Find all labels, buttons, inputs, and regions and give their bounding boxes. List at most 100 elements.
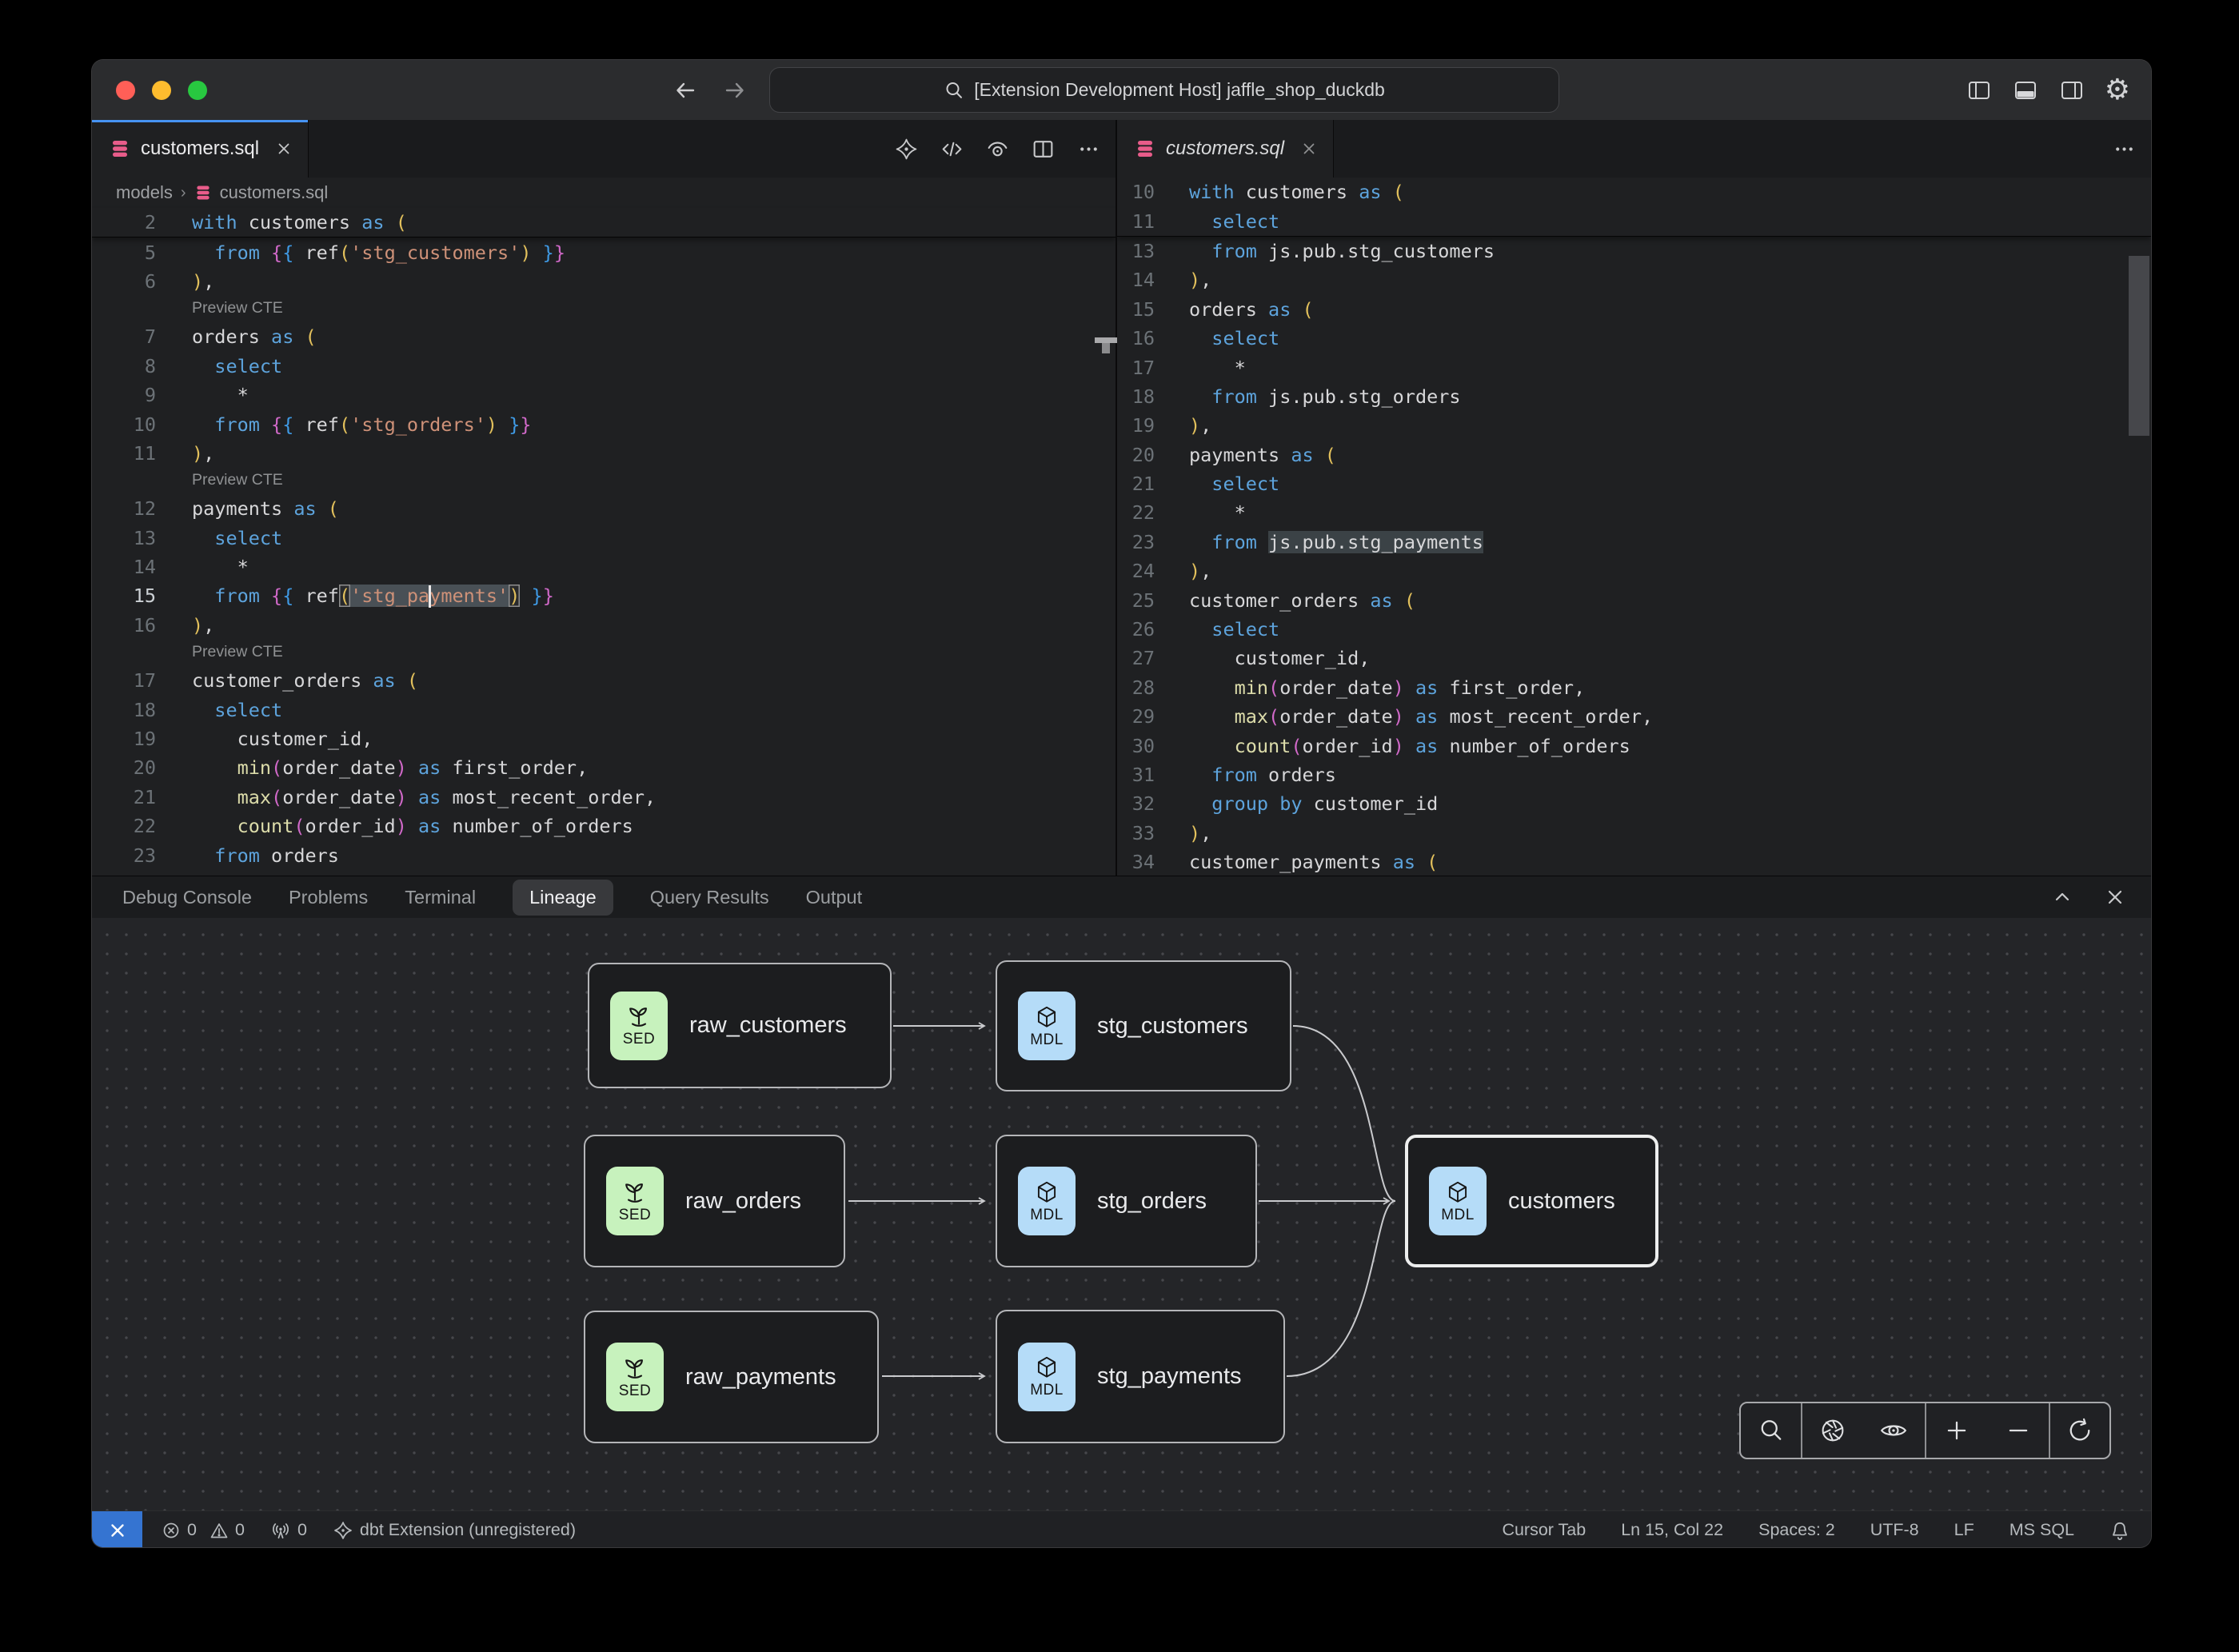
indentation-status[interactable]: Spaces: 2 [1758,1520,1835,1540]
scrollbar-marker[interactable] [1095,337,1117,353]
remote-indicator[interactable] [92,1511,142,1547]
code-line[interactable]: 25customer_orders as ( [1117,585,2151,614]
code-line[interactable]: 17customer_orders as ( [92,666,1116,695]
code-line[interactable]: 5 from {{ ref('stg_customers') }} [92,237,1116,266]
code-line[interactable]: 21 max(order_date) as most_recent_order, [92,783,1116,812]
chevron-up-icon[interactable] [2050,885,2074,909]
tab-query-results[interactable]: Query Results [650,887,769,908]
code-line[interactable]: 16 select [1117,324,2151,353]
codelens-preview-cte[interactable]: Preview CTE [92,640,1116,666]
cursor-tab-status[interactable]: Cursor Tab [1502,1520,1586,1540]
code-line[interactable]: 10 from {{ ref('stg_orders') }} [92,409,1116,438]
code-line[interactable]: 34customer_payments as ( [1117,848,2151,876]
code-line[interactable]: 30 count(order_id) as number_of_orders [1117,731,2151,760]
close-tab-icon[interactable] [1301,141,1317,157]
toggle-panel-icon[interactable] [2012,77,2039,104]
codelens-preview-cte[interactable]: Preview CTE [92,296,1116,322]
code-line[interactable]: 6), [92,267,1116,296]
tab-debug-console[interactable]: Debug Console [122,887,252,908]
code-line[interactable]: 19 customer_id, [92,724,1116,753]
toggle-secondary-sidebar-icon[interactable] [2058,77,2085,104]
code-line[interactable]: 9 * [92,381,1116,409]
code-line[interactable]: 18 select [92,695,1116,724]
tab-customers-sql-left[interactable]: customers.sql [92,120,309,178]
dbt-extension-status[interactable]: dbt Extension (unregistered) [333,1520,576,1541]
notifications-bell-icon[interactable] [2109,1520,2130,1541]
close-tab-icon[interactable] [276,141,292,157]
code-line[interactable]: 12payments as ( [92,494,1116,523]
code-line[interactable]: 27 customer_id, [1117,644,2151,672]
compile-code-icon[interactable] [940,137,964,162]
tab-lineage[interactable]: Lineage [513,880,613,916]
compiled-editor-pane[interactable]: 10with customers as (11 select 13 from j… [1117,178,2151,876]
back-icon[interactable] [672,77,699,104]
code-line[interactable]: 17 * [1117,353,2151,381]
lineage-search-button[interactable] [1757,1416,1786,1445]
scrollbar-thumb[interactable] [2129,256,2149,436]
code-line[interactable]: 13 select [92,524,1116,553]
encoding-status[interactable]: UTF-8 [1870,1520,1919,1540]
code-line[interactable]: 14 * [92,553,1116,581]
code-line[interactable]: 18 from js.pub.stg_orders [1117,382,2151,411]
problems-status[interactable]: 0 0 [162,1520,245,1540]
maximize-window-button[interactable] [188,81,207,100]
close-window-button[interactable] [116,81,135,100]
breadcrumb-file[interactable]: customers.sql [220,182,329,203]
breadcrumb[interactable]: models › customers.sql [92,178,1116,208]
zoom-in-button[interactable] [1942,1416,1971,1445]
cursor-position-status[interactable]: Ln 15, Col 22 [1621,1520,1723,1540]
code-line[interactable]: 15orders as ( [1117,295,2151,324]
preview-eye-icon[interactable] [985,137,1010,162]
source-editor-pane[interactable]: models › customers.sql 2with customers a… [92,178,1116,876]
code-line[interactable]: 31 from orders [1117,760,2151,789]
refresh-button[interactable] [2065,1416,2094,1445]
code-line[interactable]: 29 max(order_date) as most_recent_order, [1117,702,2151,731]
lineage-eye-button[interactable] [1878,1415,1909,1446]
ports-status[interactable]: 0 [270,1520,307,1541]
lineage-node-raw_payments[interactable]: SEDraw_payments [584,1311,879,1443]
code-line[interactable]: 23 from js.pub.stg_payments [1117,528,2151,557]
settings-gear-icon[interactable]: ⚙ [2105,76,2130,105]
code-line[interactable]: 7orders as ( [92,322,1116,351]
tab-customers-sql-right[interactable]: customers.sql [1117,120,1334,178]
eol-status[interactable]: LF [1954,1520,1974,1540]
codelens-preview-cte[interactable]: Preview CTE [92,468,1116,494]
code-line[interactable]: 20payments as ( [1117,441,2151,469]
close-panel-icon[interactable] [2103,885,2127,909]
minimize-window-button[interactable] [152,81,171,100]
code-line[interactable]: 33), [1117,819,2151,848]
code-line[interactable]: 24), [1117,557,2151,585]
lineage-node-raw_orders[interactable]: SEDraw_orders [584,1135,845,1267]
lineage-node-stg_customers[interactable]: MDLstg_customers [996,960,1291,1091]
tab-output[interactable]: Output [806,887,863,908]
toggle-sidebar-icon[interactable] [1966,77,1993,104]
code-line[interactable]: 8 select [92,352,1116,381]
tab-problems[interactable]: Problems [289,887,368,908]
code-line[interactable]: 15 from {{ ref('stg_payments') }} [92,581,1116,610]
code-line[interactable]: 13 from js.pub.stg_customers [1117,237,2151,265]
code-line[interactable]: 23 from orders [92,840,1116,869]
more-actions-icon[interactable] [2112,137,2137,162]
split-editor-icon[interactable] [1031,137,1056,162]
code-line[interactable]: 10with customers as ( [1117,178,2151,206]
lineage-node-stg_orders[interactable]: MDLstg_orders [996,1135,1257,1267]
tab-terminal[interactable]: Terminal [405,887,476,908]
code-line[interactable]: 22 * [1117,498,2151,527]
command-center-search[interactable]: [Extension Development Host] jaffle_shop… [769,67,1559,113]
lineage-node-stg_payments[interactable]: MDLstg_payments [996,1310,1285,1443]
more-actions-icon[interactable] [1076,137,1101,162]
code-line[interactable]: 11 select [1117,206,2151,235]
code-line[interactable]: 22 count(order_id) as number_of_orders [92,812,1116,840]
code-line[interactable]: 20 min(order_date) as first_order, [92,753,1116,782]
forward-icon[interactable] [721,77,748,104]
code-line[interactable]: 26 select [1117,615,2151,644]
lineage-canvas[interactable]: SEDraw_customers MDLstg_customers SEDraw_o… [92,918,2151,1510]
code-line[interactable]: 16), [92,611,1116,640]
lineage-node-customers[interactable]: MDLcustomers [1405,1135,1658,1267]
lineage-node-raw_customers[interactable]: SEDraw_customers [588,963,892,1088]
code-line[interactable]: 14), [1117,265,2151,294]
code-line[interactable]: 32 group by customer_id [1117,789,2151,818]
breadcrumb-folder[interactable]: models [116,182,173,203]
code-line[interactable]: 28 min(order_date) as first_order, [1117,673,2151,702]
dbt-extension-icon[interactable] [894,137,919,162]
